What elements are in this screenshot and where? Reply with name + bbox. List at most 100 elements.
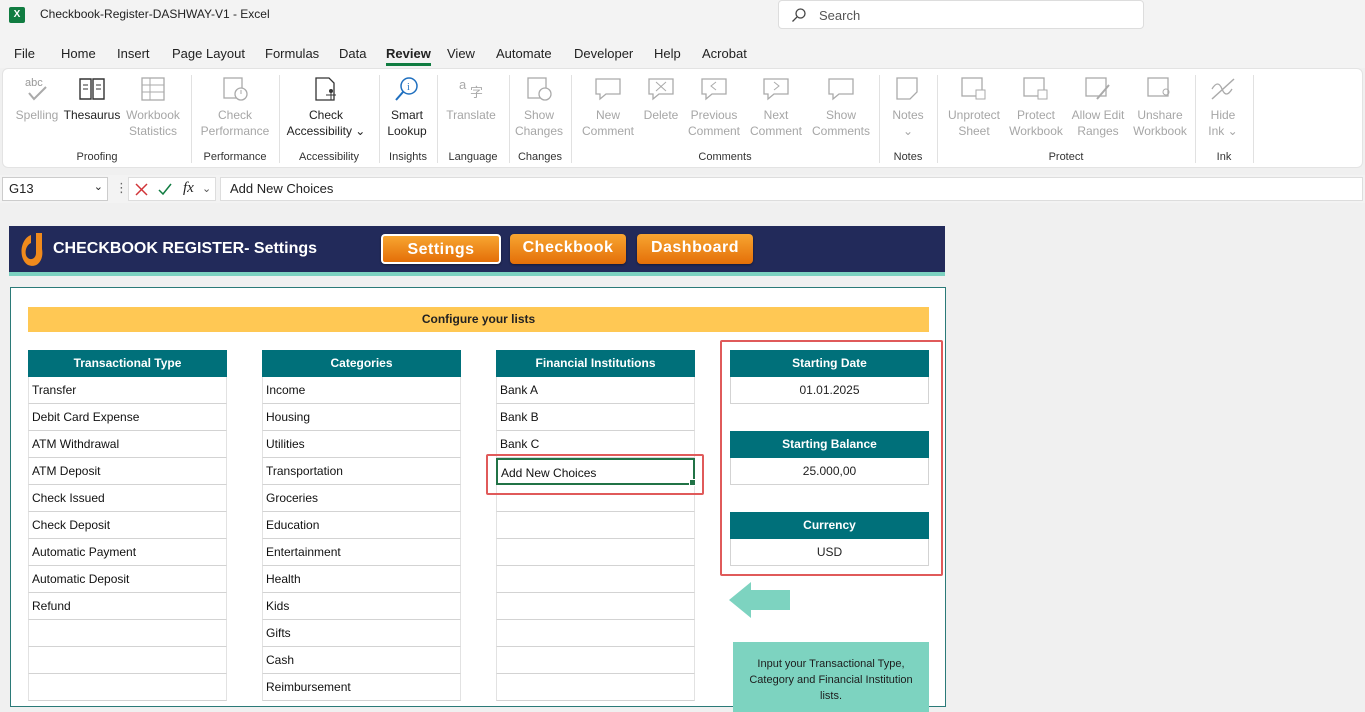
- chevron-down-icon[interactable]: ⌄: [202, 182, 211, 195]
- cell-reference: G13: [9, 181, 34, 196]
- tab-review[interactable]: Review: [386, 46, 431, 66]
- list-item[interactable]: ATM Deposit: [28, 458, 227, 485]
- list-item[interactable]: Bank A: [496, 377, 695, 404]
- list-item[interactable]: Automatic Deposit: [28, 566, 227, 593]
- list-item[interactable]: Groceries: [262, 485, 461, 512]
- list-item[interactable]: Transfer: [28, 377, 227, 404]
- unshare-workbook-icon: [1147, 77, 1170, 97]
- worksheet: CHECKBOOK REGISTER- Settings Settings Ch…: [0, 206, 1365, 712]
- svg-text:i: i: [407, 82, 410, 93]
- notes-button[interactable]: Notes ⌄: [885, 75, 931, 139]
- list-item[interactable]: [496, 647, 695, 674]
- next-comment-button[interactable]: Next Comment: [747, 75, 805, 139]
- show-changes-icon: [527, 77, 552, 101]
- previous-comment-button[interactable]: Previous Comment: [683, 75, 745, 139]
- settings-nav-button[interactable]: Settings: [381, 234, 501, 264]
- tab-help[interactable]: Help: [654, 46, 681, 61]
- smart-lookup-button[interactable]: i Smart Lookup: [383, 75, 431, 139]
- search-box[interactable]: Search: [778, 0, 1144, 29]
- check-performance-icon: [223, 77, 248, 101]
- workbook-statistics-icon: [141, 77, 165, 101]
- show-changes-button[interactable]: Show Changes: [513, 75, 565, 139]
- group-divider: [879, 75, 880, 163]
- formula-input[interactable]: Add New Choices: [220, 177, 1363, 201]
- tab-page-layout[interactable]: Page Layout: [172, 46, 245, 61]
- protect-workbook-button[interactable]: Protect Workbook: [1005, 75, 1067, 139]
- unprotect-sheet-button[interactable]: Unprotect Sheet: [943, 75, 1005, 139]
- list-item[interactable]: Health: [262, 566, 461, 593]
- tab-home[interactable]: Home: [61, 46, 96, 61]
- list-item[interactable]: [496, 674, 695, 701]
- list-item[interactable]: Cash: [262, 647, 461, 674]
- chevron-down-icon[interactable]: ⌄: [94, 180, 103, 193]
- smart-lookup-icon: i: [395, 77, 418, 101]
- group-accessibility: Accessibility: [299, 151, 359, 163]
- name-box[interactable]: G13 ⌄: [2, 177, 108, 201]
- list-item[interactable]: Housing: [262, 404, 461, 431]
- list-item[interactable]: [28, 620, 227, 647]
- thesaurus-icon: [79, 78, 105, 100]
- list-item[interactable]: [496, 593, 695, 620]
- group-divider: [509, 75, 510, 163]
- group-language: Language: [448, 151, 498, 163]
- check-performance-button[interactable]: Check Performance: [199, 75, 271, 139]
- tab-developer[interactable]: Developer: [574, 46, 633, 61]
- new-comment-button[interactable]: New Comment: [577, 75, 639, 139]
- list-item[interactable]: [28, 674, 227, 701]
- list-item[interactable]: Income: [262, 377, 461, 404]
- list-item[interactable]: Debit Card Expense: [28, 404, 227, 431]
- group-notes: Notes: [893, 151, 923, 163]
- list-item[interactable]: [496, 566, 695, 593]
- tab-data[interactable]: Data: [339, 46, 366, 61]
- enter-icon[interactable]: [158, 183, 172, 196]
- excel-logo-icon: X: [9, 7, 25, 23]
- translate-button[interactable]: a字 Translate: [443, 75, 499, 123]
- allow-edit-ranges-button[interactable]: Allow Edit Ranges: [1067, 75, 1129, 139]
- list-item[interactable]: Education: [262, 512, 461, 539]
- checkbook-nav-button[interactable]: Checkbook: [510, 234, 626, 264]
- spelling-icon: abc: [25, 77, 47, 101]
- tab-insert[interactable]: Insert: [117, 46, 150, 61]
- thesaurus-button[interactable]: Thesaurus: [63, 75, 121, 123]
- list-item[interactable]: Refund: [28, 593, 227, 620]
- list-item[interactable]: [496, 620, 695, 647]
- check-accessibility-button[interactable]: Check Accessibility ⌄: [285, 75, 367, 139]
- list-item[interactable]: Reimbursement: [262, 674, 461, 701]
- list-item[interactable]: Transportation: [262, 458, 461, 485]
- list-item[interactable]: Check Deposit: [28, 512, 227, 539]
- instruction-note: Input your Transactional Type, Category …: [733, 642, 929, 712]
- list-item[interactable]: Automatic Payment: [28, 539, 227, 566]
- window-title: Checkbook-Register-DASHWAY-V1 - Excel: [40, 7, 270, 21]
- list-item[interactable]: Utilities: [262, 431, 461, 458]
- spelling-button[interactable]: abc Spelling: [11, 75, 63, 123]
- list-item[interactable]: Bank B: [496, 404, 695, 431]
- svg-text:字: 字: [470, 86, 483, 101]
- categories-list: Categories Income Housing Utilities Tran…: [262, 350, 461, 701]
- list-item[interactable]: Gifts: [262, 620, 461, 647]
- show-comments-button[interactable]: Show Comments: [807, 75, 875, 139]
- list-item[interactable]: [28, 647, 227, 674]
- list-item[interactable]: Check Issued: [28, 485, 227, 512]
- page-title: CHECKBOOK REGISTER- Settings: [53, 240, 318, 257]
- list-item[interactable]: ATM Withdrawal: [28, 431, 227, 458]
- tab-view[interactable]: View: [447, 46, 475, 61]
- tab-automate[interactable]: Automate: [496, 46, 552, 61]
- group-divider: [437, 75, 438, 163]
- tab-formulas[interactable]: Formulas: [265, 46, 319, 61]
- workbook-statistics-button[interactable]: Workbook Statistics: [121, 75, 185, 139]
- cancel-icon[interactable]: [135, 183, 148, 196]
- search-placeholder: Search: [819, 8, 861, 23]
- insert-function-icon[interactable]: fx: [183, 180, 194, 197]
- unshare-workbook-button[interactable]: Unshare Workbook: [1129, 75, 1191, 139]
- tab-acrobat[interactable]: Acrobat: [702, 46, 747, 61]
- list-item[interactable]: [496, 539, 695, 566]
- more-options-icon[interactable]: ⋮: [115, 180, 128, 196]
- previous-comment-icon: [701, 78, 727, 101]
- list-item[interactable]: Kids: [262, 593, 461, 620]
- dashboard-nav-button[interactable]: Dashboard: [637, 234, 753, 264]
- list-item[interactable]: [496, 512, 695, 539]
- delete-comment-button[interactable]: Delete: [639, 75, 683, 123]
- tab-file[interactable]: File: [14, 46, 35, 61]
- hide-ink-button[interactable]: Hide Ink ⌄: [1201, 75, 1245, 139]
- list-item[interactable]: Entertainment: [262, 539, 461, 566]
